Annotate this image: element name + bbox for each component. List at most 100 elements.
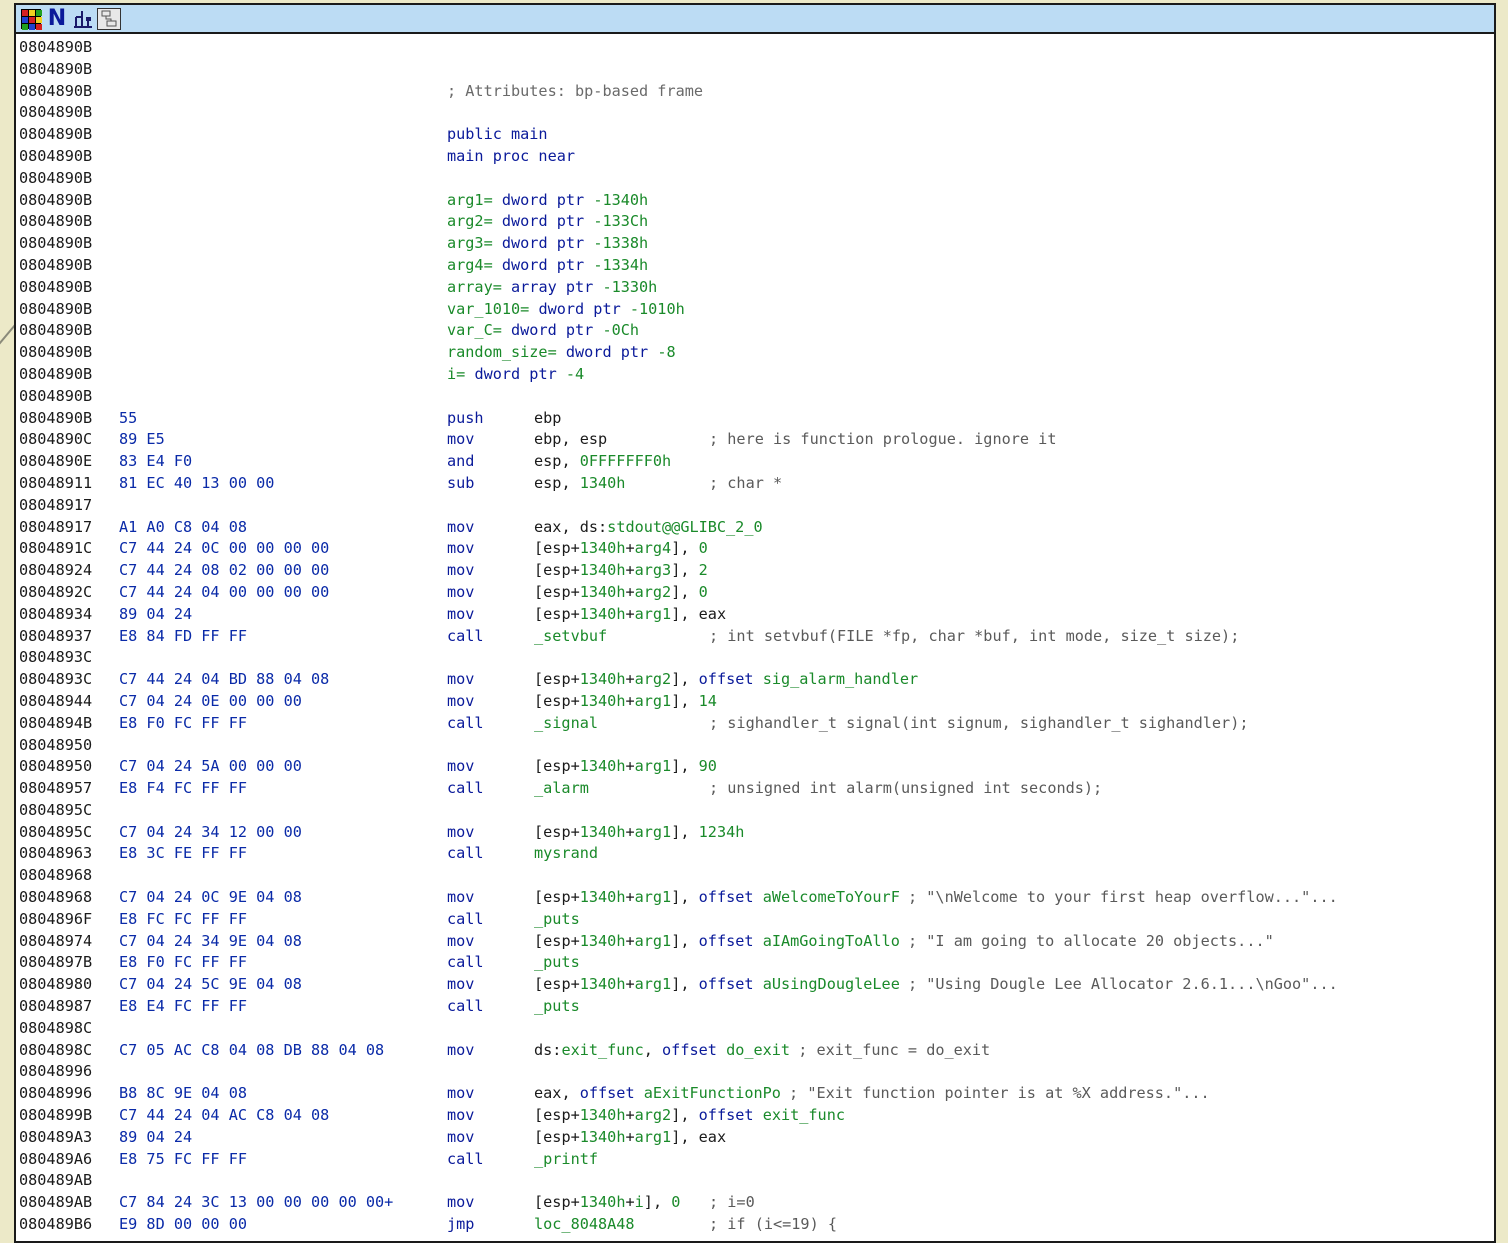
instruction-row[interactable]: 08048963 E8 3C FE FF FF call mysrand xyxy=(19,843,1493,865)
operands[interactable]: [esp+1340h+i], 0 xyxy=(534,1192,680,1214)
listing-row[interactable]: 0804890B public main xyxy=(19,124,1493,146)
instruction-row[interactable]: 0804898C C7 05 AC C8 04 08 DB 88 04 08 mov… xyxy=(19,1040,1493,1062)
opcode-bytes: C7 04 24 0E 00 00 00 xyxy=(119,691,302,710)
instruction-row[interactable]: 08048950 xyxy=(19,735,1493,757)
instruction-row[interactable]: 080489AB xyxy=(19,1170,1493,1192)
operands[interactable]: [esp+1340h+arg1], 14 xyxy=(534,691,717,713)
listing-row[interactable]: 0804890B var_C= dword ptr -0Ch xyxy=(19,320,1493,342)
opcode-bytes: E8 F0 FC FF FF xyxy=(119,953,248,972)
operands[interactable]: [esp+1340h+arg2], offset sig_alarm_handl… xyxy=(534,669,918,691)
listing-row[interactable]: 0804890B i= dword ptr -4 xyxy=(19,364,1493,386)
opcode-bytes: C7 04 24 34 12 00 00 xyxy=(119,822,302,841)
instruction-row[interactable]: 0804891C C7 44 24 0C 00 00 00 00 mov [esp+1… xyxy=(19,538,1493,560)
operands[interactable]: _puts xyxy=(534,952,580,974)
instruction-row[interactable]: 0804898C xyxy=(19,1018,1493,1040)
operands[interactable]: eax, ds:stdout@@GLIBC_2_0 xyxy=(534,517,763,539)
comment: ; unsigned int alarm(unsigned int second… xyxy=(709,779,1103,798)
opcode-bytes: C7 04 24 5C 9E 04 08 xyxy=(119,975,302,994)
operands[interactable]: mysrand xyxy=(534,843,598,865)
disassembly-listing[interactable]: 0804890B 0804890B 0804890B ; Attributes: bp… xyxy=(19,37,1493,1236)
listing-row[interactable]: 0804890B arg4= dword ptr -1334h xyxy=(19,255,1493,277)
operands[interactable]: ds:exit_func, offset do_exit xyxy=(534,1040,790,1062)
instruction-row[interactable]: 08048917 A1 A0 C8 04 08 mov eax, ds:stdout@… xyxy=(19,517,1493,539)
operands[interactable]: [esp+1340h+arg4], 0 xyxy=(534,538,708,560)
operands[interactable]: [esp+1340h+arg1], offset aWelcomeToYourF xyxy=(534,887,900,909)
operands[interactable]: _puts xyxy=(534,996,580,1018)
instruction-row[interactable]: 080489AB C7 84 24 3C 13 00 00 00 00 00+ mo… xyxy=(19,1192,1493,1214)
instruction-row[interactable]: 0804890E 83 E4 F0 and esp, 0FFFFFFF0h xyxy=(19,451,1493,473)
instruction-row[interactable]: 08048917 xyxy=(19,495,1493,517)
listing-row[interactable]: 0804890B array= array ptr -1330h xyxy=(19,277,1493,299)
instruction-row[interactable]: 0804890C 89 E5 mov ebp, esp ; here is functi… xyxy=(19,429,1493,451)
operands[interactable]: esp, 0FFFFFFF0h xyxy=(534,451,671,473)
opcode-bytes: E8 3C FE FF FF xyxy=(119,844,248,863)
instruction-row[interactable]: 0804890B 55 push ebp xyxy=(19,408,1493,430)
instruction-row[interactable]: 08048996 B8 8C 9E 04 08 mov eax, offset aEx… xyxy=(19,1083,1493,1105)
instruction-row[interactable]: 08048937 E8 84 FD FF FF call _setvbuf ; int … xyxy=(19,626,1493,648)
operands[interactable]: ebp, esp xyxy=(534,429,607,451)
instruction-row[interactable]: 08048968 xyxy=(19,865,1493,887)
operands[interactable]: esp, 1340h xyxy=(534,473,625,495)
graph-colors-icon[interactable] xyxy=(19,8,43,30)
comment: ; "\nWelcome to your first heap overflow… xyxy=(908,888,1338,907)
operands[interactable]: ebp xyxy=(534,408,561,430)
instruction-row[interactable]: 08048944 C7 04 24 0E 00 00 00 mov [esp+1340… xyxy=(19,691,1493,713)
operands[interactable]: _printf xyxy=(534,1149,598,1171)
instruction-row[interactable]: 08048987 E8 E4 FC FF FF call _puts xyxy=(19,996,1493,1018)
instruction-row[interactable]: 0804897B E8 F0 FC FF FF call _puts xyxy=(19,952,1493,974)
instruction-row[interactable]: 080489A6 E8 75 FC FF FF call _printf xyxy=(19,1149,1493,1171)
operands[interactable]: [esp+1340h+arg1], offset aIAmGoingToAllo xyxy=(534,931,900,953)
ida-graph-node-window[interactable]: N 0804890B 0804890B 0804890B ; Attributes: … xyxy=(14,3,1496,1243)
operands[interactable]: _signal xyxy=(534,713,598,735)
instruction-row[interactable]: 08048957 E8 F4 FC FF FF call _alarm ; unsign… xyxy=(19,778,1493,800)
listing-row[interactable]: 0804890B var_1010= dword ptr -1010h xyxy=(19,299,1493,321)
listing-row[interactable]: 0804890B arg3= dword ptr -1338h xyxy=(19,233,1493,255)
instruction-row[interactable]: 0804894B E8 F0 FC FF FF call _signal ; sigha… xyxy=(19,713,1493,735)
listing-row[interactable]: 0804890B xyxy=(19,59,1493,81)
graph-overview-icon[interactable] xyxy=(97,7,121,30)
listing-row[interactable]: 0804890B xyxy=(19,386,1493,408)
instruction-row[interactable]: 0804895C C7 04 24 34 12 00 00 mov [esp+1340… xyxy=(19,822,1493,844)
operands[interactable]: loc_8048A48 xyxy=(534,1214,635,1236)
operands[interactable]: [esp+1340h+arg1], offset aUsingDougleLee xyxy=(534,974,900,996)
instruction-row[interactable]: 08048924 C7 44 24 08 02 00 00 00 mov [esp+1… xyxy=(19,560,1493,582)
instruction-row[interactable]: 0804895C xyxy=(19,800,1493,822)
listing-row[interactable]: 0804890B arg1= dword ptr -1340h xyxy=(19,190,1493,212)
listing-row[interactable]: 0804890B random_size= dword ptr -8 xyxy=(19,342,1493,364)
instruction-row[interactable]: 0804899B C7 44 24 04 AC C8 04 08 mov [esp+1… xyxy=(19,1105,1493,1127)
listing-row[interactable]: 0804890B main proc near xyxy=(19,146,1493,168)
listing-row[interactable]: 0804890B xyxy=(19,102,1493,124)
instruction-row[interactable]: 08048911 81 EC 40 13 00 00 sub esp, 1340h ; … xyxy=(19,473,1493,495)
n-letter-icon[interactable]: N xyxy=(45,7,69,30)
address: 0804890B xyxy=(19,190,93,209)
operands[interactable]: _setvbuf xyxy=(534,626,607,648)
operands[interactable]: [esp+1340h+arg2], offset exit_func xyxy=(534,1105,845,1127)
listing-row[interactable]: 0804890B arg2= dword ptr -133Ch xyxy=(19,211,1493,233)
instruction-row[interactable]: 0804896F E8 FC FC FF FF call _puts xyxy=(19,909,1493,931)
instruction-row[interactable]: 0804893C C7 44 24 04 BD 88 04 08 mov [esp+1… xyxy=(19,669,1493,691)
instruction-row[interactable]: 080489A3 89 04 24 mov [esp+1340h+arg1], eax xyxy=(19,1127,1493,1149)
operands[interactable]: [esp+1340h+arg1], 90 xyxy=(534,756,717,778)
operands[interactable]: [esp+1340h+arg1], 1234h xyxy=(534,822,744,844)
operands[interactable]: eax, offset aExitFunctionPo xyxy=(534,1083,781,1105)
address: 08048957 xyxy=(19,779,93,798)
instruction-row[interactable]: 080489B6 E9 8D 00 00 00 jmp loc_8048A48 ; if… xyxy=(19,1214,1493,1236)
listing-row[interactable]: 0804890B xyxy=(19,168,1493,190)
instruction-row[interactable]: 08048980 C7 04 24 5C 9E 04 08 mov [esp+1340… xyxy=(19,974,1493,996)
operands[interactable]: [esp+1340h+arg3], 2 xyxy=(534,560,708,582)
operands[interactable]: [esp+1340h+arg1], eax xyxy=(534,1127,726,1149)
instruction-row[interactable]: 0804893C xyxy=(19,647,1493,669)
instruction-row[interactable]: 08048934 89 04 24 mov [esp+1340h+arg1], eax xyxy=(19,604,1493,626)
instruction-row[interactable]: 08048968 C7 04 24 0C 9E 04 08 mov [esp+1340… xyxy=(19,887,1493,909)
operands[interactable]: _puts xyxy=(534,909,580,931)
listing-row[interactable]: 0804890B xyxy=(19,37,1493,59)
operands[interactable]: [esp+1340h+arg1], eax xyxy=(534,604,726,626)
operands[interactable]: [esp+1340h+arg2], 0 xyxy=(534,582,708,604)
listing-row[interactable]: 0804890B ; Attributes: bp-based frame xyxy=(19,81,1493,103)
instruction-row[interactable]: 0804892C C7 44 24 04 00 00 00 00 mov [esp+1… xyxy=(19,582,1493,604)
instruction-row[interactable]: 08048974 C7 04 24 34 9E 04 08 mov [esp+1340… xyxy=(19,931,1493,953)
instruction-row[interactable]: 08048950 C7 04 24 5A 00 00 00 mov [esp+1340… xyxy=(19,756,1493,778)
tree-icon[interactable] xyxy=(71,8,95,30)
operands[interactable]: _alarm xyxy=(534,778,589,800)
instruction-row[interactable]: 08048996 xyxy=(19,1061,1493,1083)
